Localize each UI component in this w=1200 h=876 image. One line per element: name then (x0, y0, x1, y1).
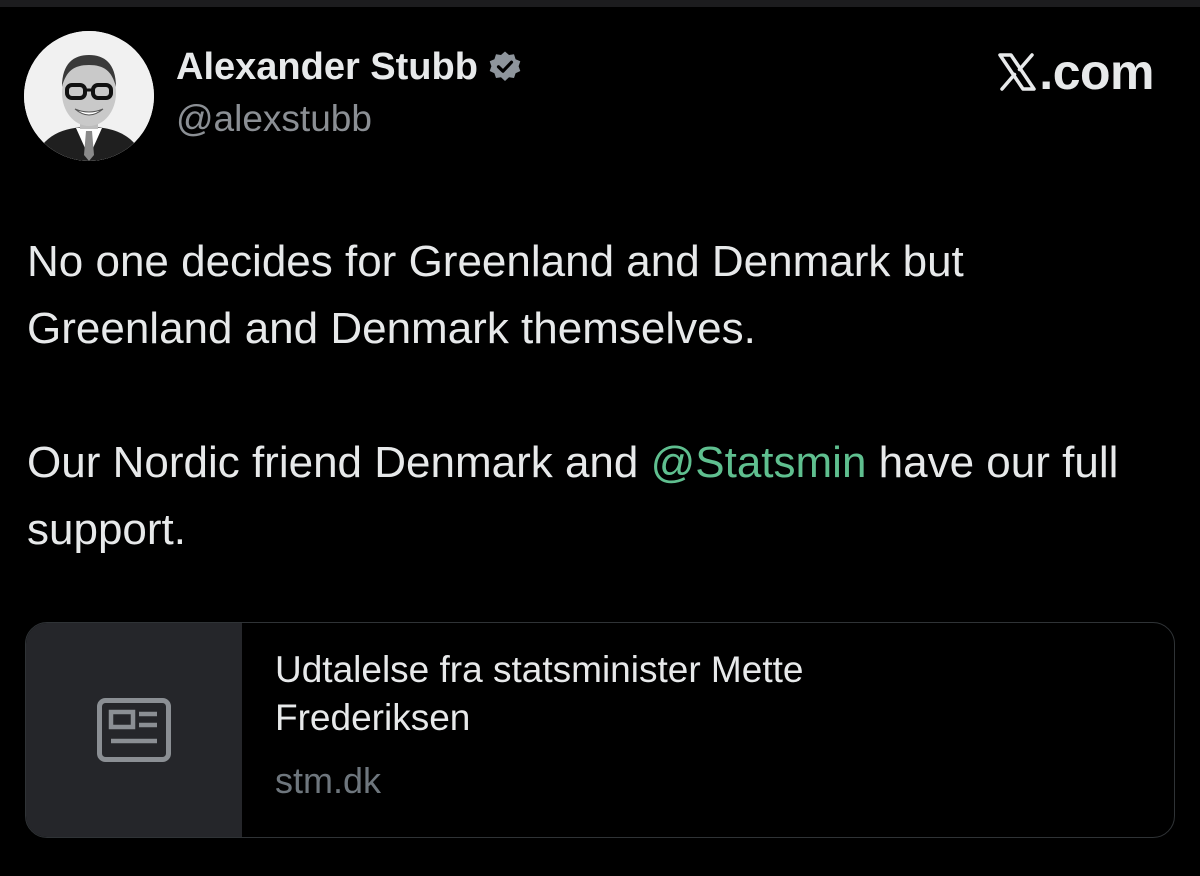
x-logo-icon (997, 52, 1037, 92)
author-handle[interactable]: @alexstubb (176, 98, 372, 140)
tweet-paragraph-1: No one decides for Greenland and Denmark… (27, 237, 964, 353)
top-strip (0, 0, 1200, 7)
link-card-text: Udtalelse fra statsminister Mette Freder… (242, 623, 1174, 837)
mention-link[interactable]: @Statsmin (651, 438, 867, 487)
link-card-thumbnail (26, 623, 242, 837)
avatar[interactable] (24, 31, 154, 161)
author-name[interactable]: Alexander Stubb (176, 46, 478, 89)
brand-logo: .com (997, 44, 1154, 100)
tweet-paragraph-2: Our Nordic friend Denmark and @Statsmin … (27, 429, 1177, 563)
link-preview-card[interactable]: Udtalelse fra statsminister Mette Freder… (25, 622, 1175, 838)
tweet-paragraph-2-start: Our Nordic friend Denmark and (27, 438, 651, 487)
article-icon (97, 698, 171, 762)
link-card-title[interactable]: Udtalelse fra statsminister Mette Freder… (275, 646, 995, 742)
author-name-row: Alexander Stubb (176, 44, 522, 90)
verified-badge-icon (488, 50, 522, 84)
brand-label: .com (1039, 44, 1154, 100)
link-card-domain[interactable]: stm.dk (275, 760, 1174, 802)
avatar-photo (24, 31, 154, 161)
tweet-text: No one decides for Greenland and Denmark… (27, 228, 1177, 563)
